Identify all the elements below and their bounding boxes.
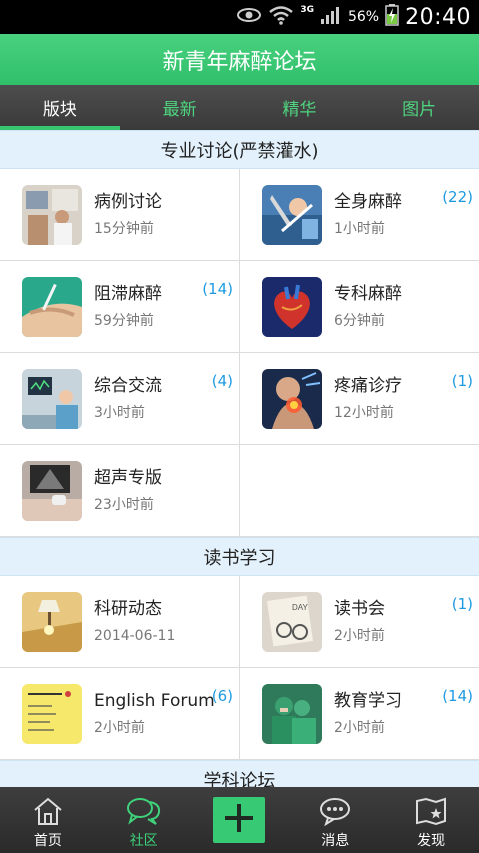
forum-time: 59分钟前: [94, 313, 154, 329]
forum-time: 3小时前: [94, 405, 145, 421]
forum-item-empty: [240, 445, 479, 537]
case-discussion-image: [22, 184, 82, 245]
wifi-icon: [268, 5, 294, 29]
forum-time: 1小时前: [334, 221, 385, 237]
forum-time: 2小时前: [94, 720, 145, 736]
forum-time: 15分钟前: [94, 221, 154, 237]
post-count: (4): [211, 372, 233, 390]
eye-icon: [236, 7, 262, 27]
forum-item-nerve-block[interactable]: 阻滞麻醉 59分钟前 (14): [0, 261, 240, 353]
post-count: (1): [451, 595, 473, 613]
forum-name: 阻滞麻醉: [94, 284, 162, 304]
nav-community[interactable]: 社区: [96, 787, 192, 853]
network-type: 3G: [300, 5, 314, 15]
nav-community-label: 社区: [129, 833, 158, 849]
tab-latest[interactable]: 最新: [120, 85, 240, 130]
forum-name: 教育学习: [334, 691, 402, 711]
chat-bubbles-icon: [126, 794, 162, 828]
sticky-note-image: [22, 683, 82, 744]
forum-name: 全身麻醉: [334, 192, 402, 212]
nav-compose[interactable]: [192, 787, 288, 853]
plus-icon: [222, 801, 256, 839]
forum-name: 专科麻醉: [334, 284, 402, 304]
signal-icon: [320, 5, 342, 29]
post-count: (6): [211, 687, 233, 705]
nav-home[interactable]: 首页: [0, 787, 96, 853]
nav-messages[interactable]: 消息: [287, 787, 383, 853]
compose-button[interactable]: [213, 797, 266, 843]
forum-item-pain-clinic[interactable]: 疼痛诊疗 12小时前 (1): [240, 353, 479, 445]
forum-time: 12小时前: [334, 405, 394, 421]
clock: 20:40: [405, 4, 471, 30]
forum-item-education[interactable]: 教育学习 2小时前 (14): [240, 668, 479, 760]
heart-image: [262, 276, 322, 337]
status-icons: 3G 56% 20:40: [236, 0, 471, 34]
map-star-icon: [414, 794, 448, 828]
forum-time: 23小时前: [94, 497, 154, 513]
nav-home-label: 首页: [33, 833, 62, 849]
nerve-block-image: [22, 276, 82, 337]
research-image: [22, 591, 82, 652]
forum-item-specialty-anesthesia[interactable]: 专科麻醉 6分钟前: [240, 261, 479, 353]
nav-discover-label: 发现: [417, 833, 446, 849]
section-header-professional: 专业讨论(严禁灌水): [0, 130, 479, 169]
section-grid-reading: 科研动态 2014-06-11 DAY 读书会 2小时前 (1) English…: [0, 576, 479, 760]
forum-item-english-forum[interactable]: English Forum 2小时前 (6): [0, 668, 240, 760]
forum-time: 2小时前: [334, 720, 385, 736]
section-header-reading: 读书学习: [0, 537, 479, 576]
forum-list[interactable]: 专业讨论(严禁灌水) 病例讨论 15分钟前 全身麻醉 1小时前 (22) 阻滞麻…: [0, 130, 479, 787]
nav-messages-label: 消息: [321, 833, 350, 849]
ultrasound-image: [22, 460, 82, 521]
education-image: [262, 683, 322, 744]
tab-featured[interactable]: 精华: [240, 85, 360, 130]
general-anesthesia-image: [262, 184, 322, 245]
post-count: (22): [442, 188, 473, 206]
post-count: (14): [442, 687, 473, 705]
app-header: 新青年麻醉论坛: [0, 34, 479, 85]
section-header-disciplines: 学科论坛: [0, 760, 479, 787]
tab-bar: 版块 最新 精华 图片: [0, 85, 479, 130]
app-title: 新青年麻醉论坛: [162, 49, 317, 75]
book-club-image: DAY: [262, 591, 322, 652]
bottom-nav: 首页 社区 消息 发现: [0, 787, 479, 853]
message-icon: [318, 794, 352, 828]
forum-name: 读书会: [334, 599, 385, 619]
forum-name: English Forum: [94, 691, 215, 711]
forum-time: 2小时前: [334, 628, 385, 644]
battery-charging-icon: [385, 4, 399, 30]
nav-discover[interactable]: 发现: [383, 787, 479, 853]
forum-name: 超声专版: [94, 468, 162, 488]
post-count: (1): [451, 372, 473, 390]
forum-name: 综合交流: [94, 376, 162, 396]
forum-item-book-club[interactable]: DAY 读书会 2小时前 (1): [240, 576, 479, 668]
operating-room-image: [22, 368, 82, 429]
forum-item-case-discussion[interactable]: 病例讨论 15分钟前: [0, 169, 240, 261]
tab-images[interactable]: 图片: [359, 85, 479, 130]
forum-item-ultrasound[interactable]: 超声专版 23小时前: [0, 445, 240, 537]
svg-text:DAY: DAY: [292, 603, 309, 612]
tab-sections[interactable]: 版块: [0, 85, 120, 130]
forum-item-general-exchange[interactable]: 综合交流 3小时前 (4): [0, 353, 240, 445]
post-count: (14): [202, 280, 233, 298]
forum-time: 2014-06-11: [94, 628, 176, 644]
status-bar: 3G 56% 20:40: [0, 0, 479, 34]
forum-name: 疼痛诊疗: [334, 376, 402, 396]
battery-percent: 56%: [347, 9, 380, 25]
forum-name: 病例讨论: [94, 192, 162, 212]
home-icon: [32, 794, 64, 828]
forum-item-research-news[interactable]: 科研动态 2014-06-11: [0, 576, 240, 668]
forum-name: 科研动态: [94, 599, 162, 619]
forum-time: 6分钟前: [334, 313, 385, 329]
section-grid-professional: 病例讨论 15分钟前 全身麻醉 1小时前 (22) 阻滞麻醉 59分钟前 (14…: [0, 169, 479, 537]
forum-item-general-anesthesia[interactable]: 全身麻醉 1小时前 (22): [240, 169, 479, 261]
neck-pain-image: [262, 368, 322, 429]
